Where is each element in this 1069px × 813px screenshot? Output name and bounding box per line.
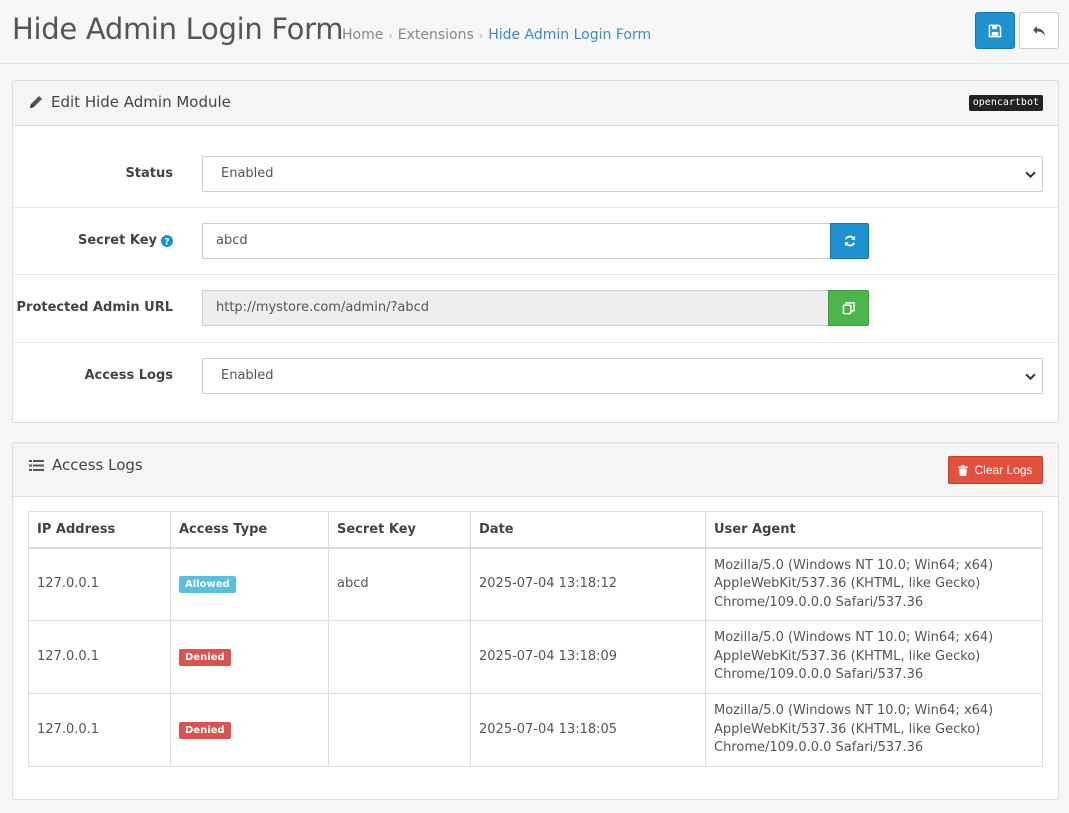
status-label-text: Status: [125, 166, 173, 181]
user-agent-line: Mozilla/5.0 (Windows NT 10.0; Win64; x64…: [714, 703, 994, 719]
reply-icon: [1033, 25, 1045, 36]
edit-panel-heading: Edit Hide Admin Module opencartbot: [13, 81, 1058, 126]
protected-url-label-text: Protected Admin URL: [16, 300, 173, 315]
svg-text:?: ?: [164, 237, 169, 247]
date-cell: 2025-07-04 13:18:05: [470, 693, 706, 767]
form-row-access-logs: Access Logs Enabled: [13, 342, 1058, 422]
protected-url-label: Protected Admin URL: [17, 298, 173, 318]
trash-icon: [958, 464, 969, 476]
breadcrumb: Home › Extensions › Hide Admin Login Form: [342, 25, 651, 46]
form-row-secret-key: Secret Key ? abcd: [13, 207, 1058, 274]
copy-icon: [842, 302, 855, 315]
chevron-down-icon: [1025, 373, 1036, 381]
status-badge: Denied: [179, 648, 231, 666]
pencil-icon: [30, 96, 42, 108]
breadcrumb-home[interactable]: Home: [342, 27, 383, 43]
access-logs-panel: Access Logs Clear Logs IP Address Access…: [12, 442, 1059, 800]
protected-url-input[interactable]: http://mystore.com/admin/?abcd: [202, 290, 829, 326]
secret-key-label: Secret Key ?: [78, 231, 173, 251]
ip-cell: 127.0.0.1: [28, 547, 171, 621]
edit-panel-title-wrap: Edit Hide Admin Module: [29, 92, 231, 112]
date-cell: 2025-07-04 13:18:12: [470, 547, 706, 621]
secret-key-input[interactable]: abcd: [202, 223, 831, 259]
secret-key-label-text: Secret Key: [78, 233, 157, 248]
status-select[interactable]: Enabled: [202, 156, 1043, 192]
access-type-cell: Allowed: [170, 547, 329, 621]
chevron-down-icon: [1025, 171, 1036, 179]
access-logs-table: IP Address Access Type Secret Key Date U…: [28, 511, 1043, 767]
column-header[interactable]: IP Address: [28, 511, 171, 549]
user-agent-line: AppleWebKit/537.36 (KHTML, like Gecko): [714, 721, 981, 737]
user-agent-cell: Mozilla/5.0 (Windows NT 10.0; Win64; x64…: [705, 693, 1043, 767]
ip-cell: 127.0.0.1: [28, 620, 171, 694]
clear-logs-button[interactable]: Clear Logs: [948, 456, 1043, 484]
clear-logs-label: Clear Logs: [974, 463, 1033, 477]
page-header: Hide Admin Login Form Home › Extensions › Hi…: [0, 0, 1069, 64]
copy-url-button[interactable]: [828, 290, 869, 326]
logs-panel-title: Access Logs: [52, 456, 143, 474]
breadcrumb-separator: ›: [478, 29, 484, 42]
secret-key-cell: abcd: [328, 547, 471, 621]
table-header-row: IP Address Access Type Secret Key Date U…: [28, 511, 1043, 549]
user-agent-line: Chrome/109.0.0.0 Safari/537.36: [714, 594, 924, 610]
user-agent-line: Mozilla/5.0 (Windows NT 10.0; Win64; x64…: [714, 557, 994, 573]
save-icon: [988, 24, 1002, 37]
breadcrumb-separator: ›: [388, 29, 393, 42]
back-button[interactable]: [1019, 12, 1059, 49]
logs-panel-title-wrap: Access Logs: [29, 455, 143, 475]
refresh-icon: [844, 235, 855, 247]
list-icon: [29, 459, 44, 471]
opencartbot-badge: opencartbot: [968, 95, 1043, 111]
table-row: 127.0.0.1 Allowed abcd 2025-07-04 13:18:…: [28, 547, 1043, 621]
ip-cell: 127.0.0.1: [28, 693, 171, 767]
form-row-protected-url: Protected Admin URL http://mystore.com/a…: [13, 274, 1058, 342]
table-row: 127.0.0.1 Denied 2025-07-04 13:18:09 Moz…: [28, 620, 1043, 694]
generate-key-button[interactable]: [830, 223, 869, 259]
access-logs-label-text: Access Logs: [84, 368, 173, 383]
edit-module-panel: Edit Hide Admin Module opencartbot Statu…: [12, 80, 1059, 423]
access-logs-select[interactable]: Enabled: [202, 358, 1043, 394]
access-logs-select-value: Enabled: [221, 368, 274, 383]
table-row: 127.0.0.1 Denied 2025-07-04 13:18:05 Moz…: [28, 693, 1043, 767]
access-type-cell: Denied: [170, 620, 329, 694]
status-label: Status: [125, 164, 173, 184]
user-agent-cell: Mozilla/5.0 (Windows NT 10.0; Win64; x64…: [705, 547, 1043, 621]
breadcrumb-current[interactable]: Hide Admin Login Form: [488, 27, 651, 43]
form-row-status: Status Enabled: [13, 126, 1058, 207]
secret-key-cell: [328, 620, 471, 694]
user-agent-line: Chrome/109.0.0.0 Safari/537.36: [714, 740, 924, 756]
user-agent-line: Mozilla/5.0 (Windows NT 10.0; Win64; x64…: [714, 630, 994, 646]
status-badge: Denied: [179, 721, 231, 739]
save-button[interactable]: [975, 12, 1015, 49]
column-header[interactable]: Secret Key: [328, 511, 471, 549]
status-badge: Allowed: [179, 576, 236, 593]
column-header[interactable]: User Agent: [705, 511, 1043, 549]
column-header[interactable]: Date: [470, 511, 706, 549]
access-type-cell: Denied: [170, 693, 329, 767]
status-select-value: Enabled: [221, 166, 274, 181]
protected-url-value: http://mystore.com/admin/?abcd: [216, 300, 429, 315]
secret-key-cell: [328, 693, 471, 767]
user-agent-line: AppleWebKit/537.36 (KHTML, like Gecko): [714, 576, 981, 591]
breadcrumb-extensions[interactable]: Extensions: [398, 27, 474, 43]
user-agent-line: AppleWebKit/537.36 (KHTML, like Gecko): [714, 648, 981, 664]
logs-panel-heading: Access Logs Clear Logs: [13, 443, 1058, 497]
page-title: Hide Admin Login Form: [12, 12, 344, 46]
help-icon[interactable]: ?: [161, 235, 173, 247]
access-logs-label: Access Logs: [84, 366, 173, 386]
column-header[interactable]: Access Type: [170, 511, 329, 549]
user-agent-line: Chrome/109.0.0.0 Safari/537.36: [714, 667, 924, 683]
date-cell: 2025-07-04 13:18:09: [470, 620, 706, 694]
user-agent-cell: Mozilla/5.0 (Windows NT 10.0; Win64; x64…: [705, 620, 1043, 694]
edit-panel-title: Edit Hide Admin Module: [51, 93, 231, 111]
secret-key-value: abcd: [216, 233, 248, 248]
